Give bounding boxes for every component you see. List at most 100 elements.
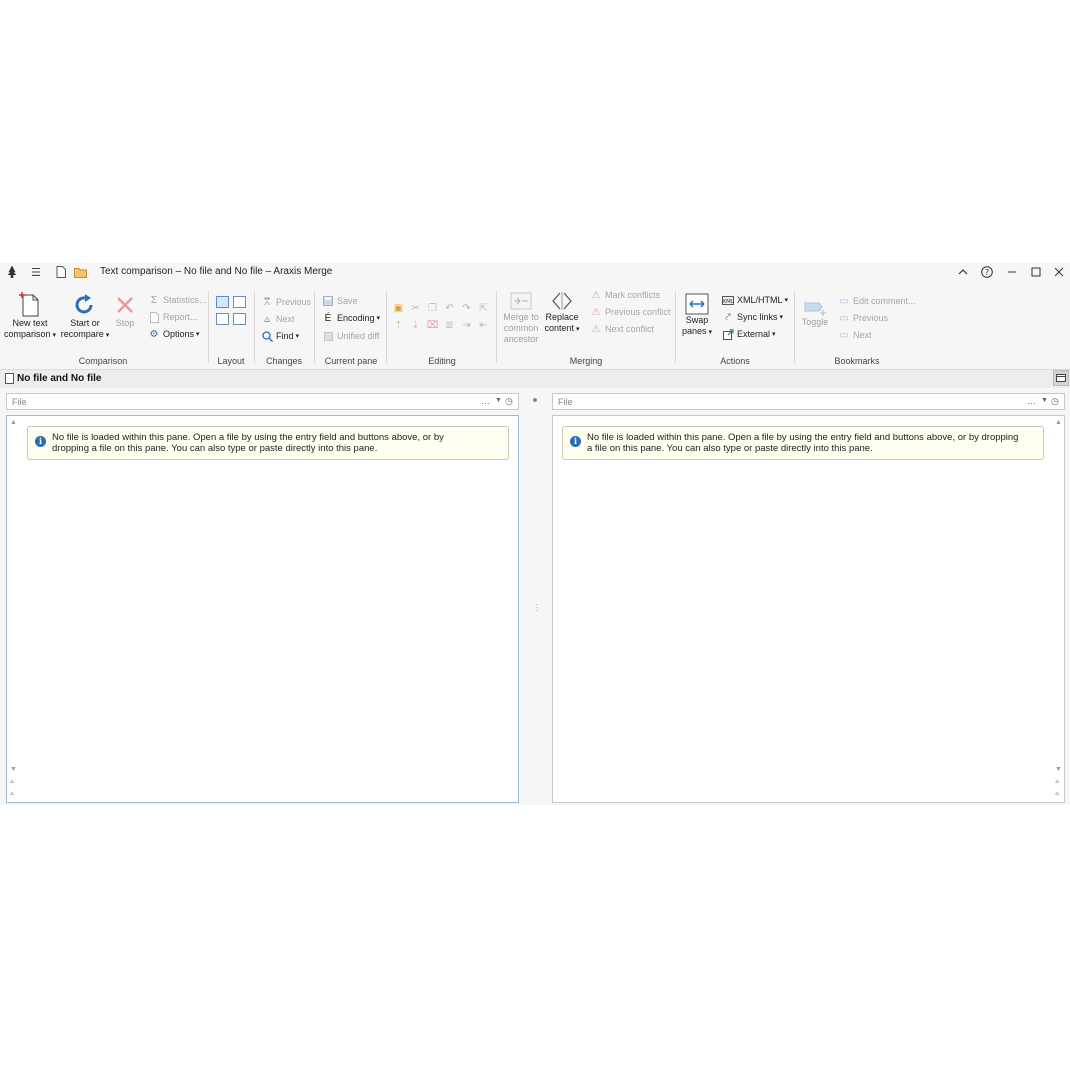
right-text-pane[interactable]: ▲ i No file is loaded within this pane. … (552, 415, 1065, 803)
start-or-recompare-button[interactable]: Start or recompare ▾ (58, 292, 112, 341)
left-last-change-icon[interactable]: ⩟ (10, 790, 14, 798)
next-conflict-button[interactable]: ⚠ Next conflict (590, 323, 655, 335)
select-cursor-icon[interactable]: ⇱ (478, 303, 489, 314)
help-icon[interactable]: ? (979, 264, 995, 280)
layout-vertical-button[interactable] (233, 296, 246, 308)
group-label-comparison: Comparison (78, 356, 128, 366)
group-label-layout: Layout (217, 356, 245, 366)
open-folder-icon[interactable] (72, 264, 88, 280)
previous-conflict-button[interactable]: ⚠ Previous conflict (590, 306, 671, 318)
window-layout-button[interactable] (1053, 370, 1069, 386)
options-button[interactable]: ⚙ Options ▾ (148, 328, 200, 340)
layout-side-by-side-button[interactable] (216, 296, 229, 308)
layout-three-way-button[interactable] (216, 313, 229, 325)
previous-bookmark-button[interactable]: ▭ Previous (838, 312, 888, 324)
left-dropdown-icon[interactable]: ▼ (495, 397, 502, 404)
new-text-comparison-button[interactable]: New text comparison ▾ (2, 292, 58, 341)
search-icon (261, 330, 273, 342)
right-next-change-icon[interactable]: ⩟ (1055, 778, 1059, 786)
cut-icon[interactable]: ✂ (410, 303, 421, 314)
next-bookmark-button[interactable]: ▭ Next (838, 329, 871, 341)
right-file-field[interactable]: File … ▼ ◷ (552, 393, 1065, 410)
xml-html-button[interactable]: XML XML/HTML ▾ (722, 294, 788, 306)
merge-to-common-ancestor-button[interactable]: Merge to common ancestor (500, 290, 542, 345)
redo-icon[interactable]: ↷ (461, 303, 472, 314)
ribbon-separator (386, 291, 387, 363)
right-notice-line2: a file on this pane. You can also type o… (587, 443, 873, 454)
left-text-pane[interactable]: ▲ i No file is loaded within this pane. … (6, 415, 519, 803)
indent-icon[interactable]: ⇥ (461, 320, 472, 331)
stop-label: Stop (115, 318, 135, 328)
document-tab-bar: No file and No file (0, 369, 1070, 388)
left-scroll-up-icon[interactable]: ▲ (10, 419, 17, 426)
left-next-change-icon[interactable]: ⩟ (10, 778, 14, 786)
maximize-icon[interactable] (1028, 264, 1044, 280)
xml-icon: XML (722, 294, 734, 306)
right-history-icon[interactable]: ◷ (1051, 396, 1059, 407)
move-down-icon[interactable]: ⇣ (410, 320, 421, 331)
refresh-icon (75, 294, 93, 314)
right-notice-line1: No file is loaded within this pane. Open… (587, 432, 1019, 443)
wrap-icon[interactable]: ≣ (444, 320, 455, 331)
previous-change-icon: ⩞ (263, 296, 271, 308)
toggle-bookmark-button[interactable]: Toggle (800, 297, 830, 328)
outdent-icon[interactable]: ⇤ (478, 320, 489, 331)
window-layout-icon (1056, 374, 1066, 382)
left-history-icon[interactable]: ◷ (505, 396, 513, 407)
swap-panes-icon (685, 293, 709, 315)
right-scroll-up-icon[interactable]: ▲ (1055, 419, 1062, 426)
stop-button[interactable]: Stop (112, 292, 138, 329)
sync-links-icon: ⤤ (725, 311, 731, 323)
previous-conflict-icon: ⚠ (591, 306, 601, 318)
unified-diff-toggle[interactable]: Unified diff (322, 330, 379, 342)
mark-conflicts-button[interactable]: ⚠ Mark conflicts (590, 289, 661, 301)
svg-text:?: ? (985, 268, 989, 277)
statistics-button[interactable]: Σ Statistics... (148, 294, 207, 306)
new-document-icon[interactable] (53, 264, 69, 280)
report-button[interactable]: Report... (148, 311, 198, 323)
araxis-merge-window: ☰ Text comparison – No file and No file … (0, 263, 1070, 805)
encoding-button[interactable]: É Encoding ▾ (322, 312, 380, 324)
hamburger-menu-icon[interactable]: ☰ (28, 264, 44, 280)
find-button[interactable]: Find ▾ (261, 330, 299, 342)
group-label-actions: Actions (720, 356, 750, 366)
left-browse-icon[interactable]: … (481, 396, 490, 406)
edit-comment-button[interactable]: ▭ Edit comment... (838, 295, 915, 307)
info-icon: i (570, 436, 581, 447)
encoding-icon: É (324, 312, 332, 324)
sync-links-button[interactable]: ⤤ Sync links ▾ (722, 311, 783, 323)
bookmark-toggle-icon (804, 302, 826, 316)
layout-detail-button[interactable] (233, 313, 246, 325)
right-dropdown-icon[interactable]: ▼ (1041, 397, 1048, 404)
next-change-button[interactable]: ⩟ Next (261, 313, 295, 325)
external-button[interactable]: External ▾ (722, 328, 776, 340)
window-title: Text comparison – No file and No file – … (100, 266, 333, 277)
left-file-field[interactable]: File … ▼ ◷ (6, 393, 519, 410)
app-logo-icon[interactable] (4, 264, 20, 280)
right-scroll-down-icon[interactable]: ▼ (1055, 766, 1062, 773)
close-icon[interactable] (1051, 264, 1067, 280)
right-file-placeholder: File (558, 397, 573, 407)
replace-arrows-icon (552, 292, 572, 310)
undo-icon[interactable]: ↶ (444, 303, 455, 314)
replace-content-button[interactable]: Replace content ▾ (542, 290, 582, 335)
left-scroll-down-icon[interactable]: ▼ (10, 766, 17, 773)
next-conflict-icon: ⚠ (591, 323, 601, 335)
next-bookmark-icon: ▭ (839, 329, 849, 341)
swap-panes-button[interactable]: Swap panes ▾ (680, 293, 714, 338)
chevron-up-icon[interactable] (955, 264, 971, 280)
move-up-icon[interactable]: ⇡ (393, 320, 404, 331)
right-last-change-icon[interactable]: ⩟ (1055, 790, 1059, 798)
new-document-icon (19, 292, 39, 317)
right-browse-icon[interactable]: … (1027, 396, 1036, 406)
copy-icon[interactable]: ❐ (427, 303, 438, 314)
right-no-file-notice: i No file is loaded within this pane. Op… (562, 426, 1044, 460)
group-label-current-pane: Current pane (324, 356, 378, 366)
paste-icon[interactable]: ▣ (393, 303, 404, 314)
save-button[interactable]: Save (322, 295, 358, 307)
delete-lines-icon[interactable]: ⌧ (427, 320, 439, 331)
document-tab-title[interactable]: No file and No file (17, 373, 101, 384)
minimize-icon[interactable] (1004, 264, 1020, 280)
pane-splitter[interactable]: ⋯ (532, 603, 542, 612)
previous-change-button[interactable]: ⩞ Previous (261, 296, 311, 308)
